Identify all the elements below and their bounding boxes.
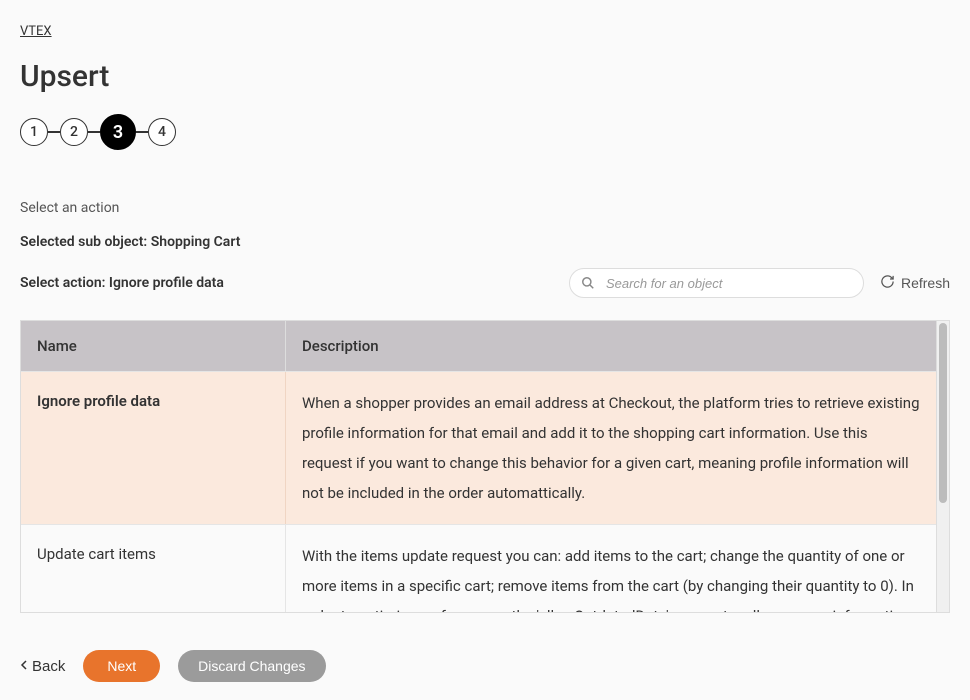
back-label: Back bbox=[32, 658, 65, 675]
step-3[interactable]: 3 bbox=[100, 114, 136, 150]
discard-button[interactable]: Discard Changes bbox=[178, 650, 325, 682]
section-label: Select an action bbox=[20, 200, 950, 216]
step-connector bbox=[48, 131, 60, 133]
stepper: 1 2 3 4 bbox=[20, 114, 950, 150]
select-action-label: Select action: Ignore profile data bbox=[20, 275, 224, 291]
selected-sub-object: Selected sub object: Shopping Cart bbox=[20, 234, 950, 250]
table-row[interactable]: Update cart items With the items update … bbox=[21, 524, 936, 612]
step-4[interactable]: 4 bbox=[148, 118, 176, 146]
next-button[interactable]: Next bbox=[83, 650, 160, 682]
page-title: Upsert bbox=[20, 59, 950, 94]
search-box bbox=[569, 268, 864, 298]
table-row[interactable]: Ignore profile data When a shopper provi… bbox=[21, 371, 936, 524]
step-connector bbox=[136, 131, 148, 133]
search-icon bbox=[581, 276, 595, 290]
table-body: Ignore profile data When a shopper provi… bbox=[21, 371, 936, 612]
row-description: When a shopper provides an email address… bbox=[286, 372, 936, 524]
table-header: Name Description bbox=[21, 321, 936, 371]
row-name: Ignore profile data bbox=[21, 372, 286, 524]
step-2[interactable]: 2 bbox=[60, 118, 88, 146]
column-header-description: Description bbox=[286, 337, 936, 355]
step-connector bbox=[88, 131, 100, 133]
column-header-name: Name bbox=[21, 321, 286, 371]
refresh-button[interactable]: Refresh bbox=[880, 274, 950, 292]
breadcrumb[interactable]: VTEX bbox=[20, 24, 52, 39]
refresh-label: Refresh bbox=[901, 275, 950, 291]
actions-table: Name Description Ignore profile data Whe… bbox=[20, 320, 950, 613]
chevron-left-icon bbox=[20, 658, 28, 675]
step-1[interactable]: 1 bbox=[20, 118, 48, 146]
scrollbar-thumb[interactable] bbox=[939, 323, 947, 503]
scrollbar[interactable] bbox=[936, 320, 950, 613]
back-button[interactable]: Back bbox=[20, 658, 65, 675]
search-input[interactable] bbox=[569, 268, 864, 298]
row-description: With the items update request you can: a… bbox=[286, 525, 936, 612]
refresh-icon bbox=[880, 274, 895, 292]
row-name: Update cart items bbox=[21, 525, 286, 612]
footer: Back Next Discard Changes bbox=[20, 650, 326, 682]
